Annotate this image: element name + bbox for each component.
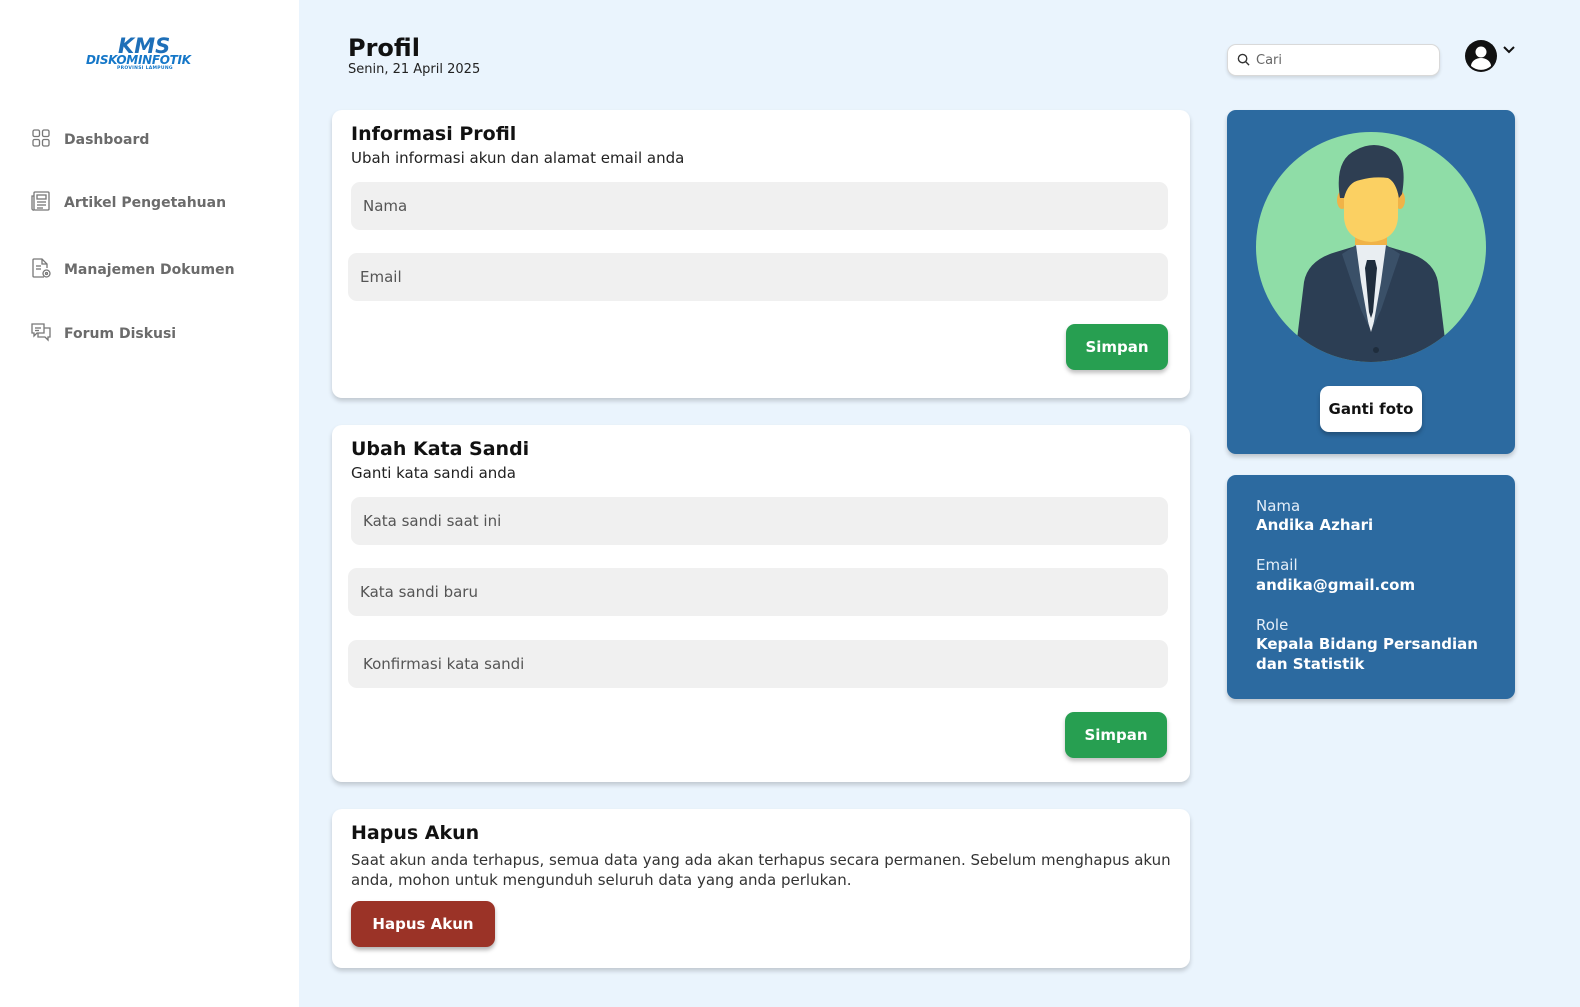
sidebar-item-label: Manajemen Dokumen xyxy=(64,262,235,278)
save-password-button[interactable]: Simpan xyxy=(1065,712,1167,758)
name-field[interactable] xyxy=(351,182,1168,230)
chevron-down-icon xyxy=(1502,40,1516,59)
app-root: KMS DISKOMINFOTIK PROVINSI LAMPUNG Dashb… xyxy=(0,0,1580,1007)
user-menu-button[interactable] xyxy=(1464,39,1520,77)
sidebar-item-label: Dashboard xyxy=(64,132,150,148)
search-input[interactable] xyxy=(1256,52,1426,68)
sidebar-item-artikel[interactable]: Artikel Pengetahuan xyxy=(30,190,226,216)
search-bar[interactable] xyxy=(1227,44,1440,76)
change-photo-button[interactable]: Ganti foto xyxy=(1320,386,1422,432)
sidebar-item-forum-diskusi[interactable]: Forum Diskusi xyxy=(30,321,176,347)
dashboard-grid-icon xyxy=(30,127,52,153)
document-settings-icon xyxy=(30,257,52,283)
profile-info-card: Informasi Profil Ubah informasi akun dan… xyxy=(332,110,1190,398)
logo-province-text: PROVINSI LAMPUNG xyxy=(117,66,173,71)
change-password-title: Ubah Kata Sandi xyxy=(351,438,530,460)
save-profile-button[interactable]: Simpan xyxy=(1066,324,1168,370)
sidebar-item-dashboard[interactable]: Dashboard xyxy=(30,127,149,153)
sidebar-item-label: Artikel Pengetahuan xyxy=(64,195,227,211)
logo-diskominfotik-text: DISKOMINFOTIK xyxy=(86,53,191,67)
new-password-field[interactable] xyxy=(348,568,1168,616)
avatar xyxy=(1256,132,1486,362)
sidebar-item-manajemen-dokumen[interactable]: Manajemen Dokumen xyxy=(30,257,235,283)
search-icon xyxy=(1237,51,1250,70)
email-field[interactable] xyxy=(348,253,1168,301)
newspaper-icon xyxy=(30,190,52,216)
profile-info-subtitle: Ubah informasi akun dan alamat email and… xyxy=(351,149,685,167)
name-label: Nama xyxy=(1256,497,1301,515)
delete-account-card: Hapus Akun Saat akun anda terhapus, semu… xyxy=(332,809,1190,968)
sidebar: KMS DISKOMINFOTIK PROVINSI LAMPUNG Dashb… xyxy=(0,0,299,1007)
change-password-subtitle: Ganti kata sandi anda xyxy=(351,464,516,482)
user-info-panel: Nama Andika Azhari Email andika@gmail.co… xyxy=(1227,475,1515,699)
profile-photo-panel: Ganti foto xyxy=(1227,110,1515,454)
logo: KMS DISKOMINFOTIK PROVINSI LAMPUNG xyxy=(86,34,216,74)
user-avatar-icon xyxy=(1464,39,1498,77)
change-password-card: Ubah Kata Sandi Ganti kata sandi anda Si… xyxy=(332,425,1190,782)
profile-info-title: Informasi Profil xyxy=(351,123,517,145)
name-value: Andika Azhari xyxy=(1256,516,1374,534)
chat-bubbles-icon xyxy=(30,321,52,347)
email-value: andika@gmail.com xyxy=(1256,576,1416,594)
page-date: Senin, 21 April 2025 xyxy=(348,62,481,77)
email-label: Email xyxy=(1256,556,1298,574)
delete-account-description: Saat akun anda terhapus, semua data yang… xyxy=(351,851,1171,889)
delete-account-title: Hapus Akun xyxy=(351,822,480,844)
page-title: Profil xyxy=(348,34,420,62)
role-label: Role xyxy=(1256,616,1289,634)
delete-account-button[interactable]: Hapus Akun xyxy=(351,901,495,947)
confirm-password-field[interactable] xyxy=(348,640,1168,688)
role-value: Kepala Bidang Persandian dan Statistik xyxy=(1256,635,1478,673)
current-password-field[interactable] xyxy=(351,497,1168,545)
sidebar-item-label: Forum Diskusi xyxy=(64,326,177,342)
